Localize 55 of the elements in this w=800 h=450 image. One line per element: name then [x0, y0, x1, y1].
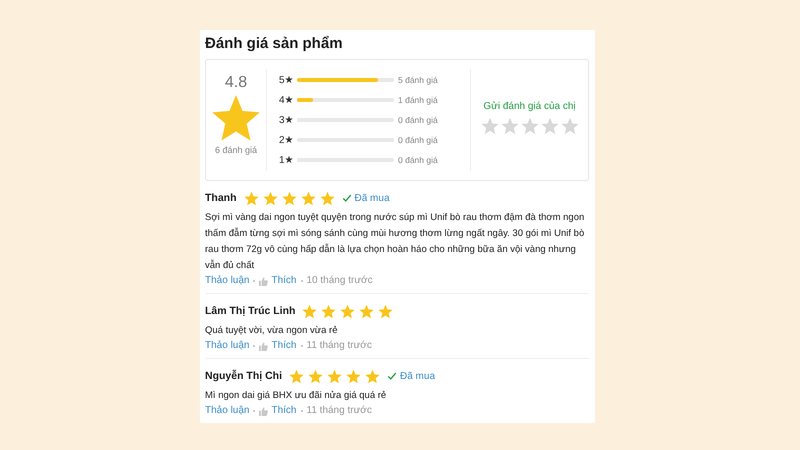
section-title: Đánh giá sản phẩm [205, 34, 344, 54]
star-icon [320, 190, 334, 206]
star-icon [321, 304, 336, 318]
star-icon [359, 304, 374, 318]
average-rating: 4.8 [224, 73, 248, 93]
review-text: Mì ngon dai giá BHX ưu đãi nửa giá quá rẻ [205, 389, 388, 403]
review-text: Sợi mì vàng dai ngon tuyệt quyện trong nước súp mì Unif bò rau thơm đậm đà thơm ngon thấm đẫm từng sợi mì sóng sánh cùng mùi hương thơm lừng ngất ngây. 30 gói mì Unif bò rau thơm 72g vô cùng hấp dẫn là lựa chọn hoàn háo cho những bữa ăn vội vàng nhưng vẫn đủ chất [205, 211, 586, 273]
star-label: 5★ [279, 74, 295, 86]
star-rating-icon[interactable] [560, 117, 578, 135]
star-icon [262, 190, 278, 206]
rate-prompt: Gửi đánh giá của chị [483, 101, 576, 112]
review-time: 10 tháng trước [306, 274, 373, 288]
star-icon [346, 368, 361, 384]
reviewer-name: Lâm Thị Trúc Linh [205, 305, 296, 317]
star-icon [340, 304, 356, 318]
star-label: 4★ [279, 94, 295, 106]
review-count: 1 đánh giá [398, 95, 438, 105]
star-label: 1★ [279, 154, 295, 166]
verified-label: Đã mua [354, 192, 390, 204]
discuss-link[interactable]: Thảo luận [205, 404, 250, 418]
thumbs-up-icon [259, 406, 268, 416]
review-time: 11 tháng trước [306, 339, 372, 353]
verified-label: Đã mua [400, 370, 436, 382]
thumbs-up-icon [259, 276, 268, 286]
discuss-link[interactable]: Thảo luận [205, 274, 250, 288]
star-icon [289, 368, 304, 384]
star-label: 3★ [279, 114, 295, 126]
like-button[interactable]: Thích [259, 339, 296, 353]
like-button[interactable]: Thích [259, 274, 296, 288]
star-icon [282, 190, 296, 206]
reviewer-name: Thanh [205, 192, 236, 204]
review-time: 11 tháng trước [306, 404, 372, 418]
star-icon [244, 190, 258, 206]
star-icon [327, 368, 342, 384]
star-rating-icon[interactable] [480, 117, 498, 135]
star-label: 2★ [279, 134, 295, 146]
discuss-link[interactable]: Thảo luận [205, 339, 250, 353]
star-rating-icon[interactable] [500, 117, 518, 135]
review-count: 0 đánh giá [398, 155, 438, 165]
star-rating-icon[interactable] [520, 117, 538, 135]
star-icon [211, 93, 261, 143]
star-icon [378, 304, 394, 318]
star-icon [365, 368, 380, 384]
thumbs-up-icon [259, 342, 268, 350]
review-count: 0 đánh giá [398, 135, 438, 145]
review-count: 0 đánh giá [398, 115, 438, 125]
reviewer-name: Nguyễn Thị Chi [205, 370, 282, 382]
star-icon [300, 190, 316, 206]
star-rating-icon[interactable] [540, 117, 558, 135]
star-icon [302, 304, 318, 318]
like-button[interactable]: Thích [259, 404, 296, 418]
star-icon [308, 368, 323, 384]
review-count: 5 đánh giá [398, 75, 438, 85]
rating-count: 6 đánh giá [214, 145, 258, 155]
review-text: Quá tuyệt vời, vừa ngon vừa rẻ [205, 324, 338, 338]
